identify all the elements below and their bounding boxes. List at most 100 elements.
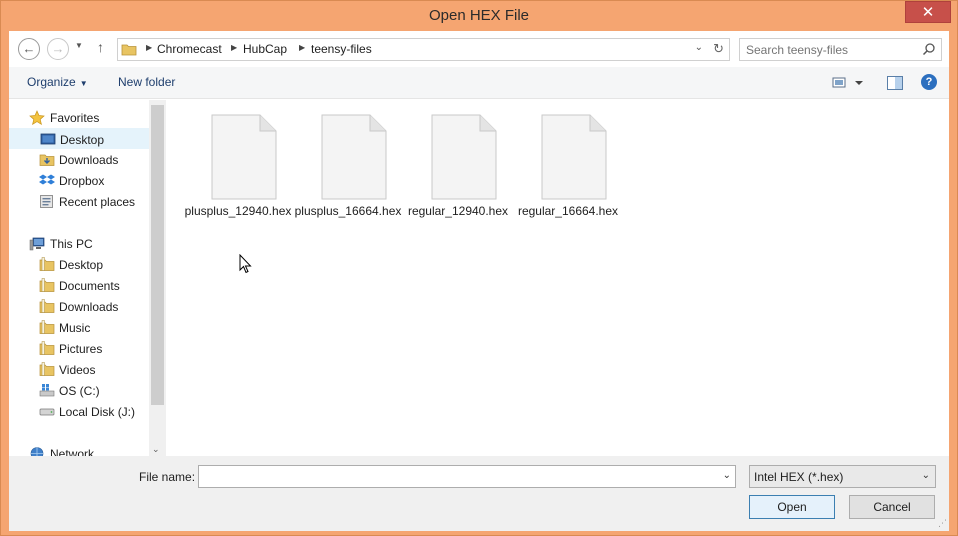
- network-icon: [30, 447, 44, 456]
- recent-places-icon: [40, 195, 53, 208]
- nav-item-label: Documents: [59, 279, 120, 293]
- chevron-down-icon[interactable]: ⌄: [723, 470, 731, 481]
- file-icon: [541, 114, 607, 200]
- search-box[interactable]: [739, 38, 942, 61]
- breadcrumb-item[interactable]: teensy-files: [311, 42, 372, 56]
- star-icon: [29, 110, 45, 125]
- nav-item-desktop-favorite[interactable]: Desktop: [9, 128, 149, 149]
- recent-locations-button[interactable]: ▼: [75, 41, 83, 50]
- up-button[interactable]: ↑: [97, 39, 104, 55]
- nav-item-label: Downloads: [59, 300, 119, 314]
- nav-item-label: OS (C:): [59, 384, 100, 398]
- chevron-down-icon: ▼: [79, 79, 88, 88]
- file-name-input[interactable]: [203, 469, 703, 485]
- file-name: plusplus_16664.hex: [294, 204, 402, 218]
- cancel-button[interactable]: Cancel: [849, 495, 935, 519]
- nav-item-desktop[interactable]: Desktop: [9, 254, 149, 275]
- folder-icon: [39, 320, 55, 334]
- nav-item-videos[interactable]: Videos: [9, 359, 149, 380]
- title-bar[interactable]: Open HEX File ✕: [1, 1, 957, 31]
- chevron-down-icon[interactable]: ⌄: [922, 470, 930, 481]
- nav-item-pictures[interactable]: Pictures: [9, 338, 149, 359]
- preview-pane-icon[interactable]: [886, 74, 904, 92]
- new-folder-button[interactable]: New folder: [118, 75, 175, 89]
- nav-item-label: Local Disk (J:): [59, 405, 136, 419]
- nav-item-downloads[interactable]: Downloads: [9, 296, 149, 317]
- refresh-button[interactable]: ↻: [713, 41, 724, 57]
- nav-item-label: Desktop: [59, 258, 104, 272]
- navigation-pane-scrollbar[interactable]: ⌄: [149, 100, 166, 456]
- navigation-bar: ← → ▼ ↑ ▶ Chromecast ▶ HubCap ▶ teensy-f…: [9, 31, 949, 67]
- file-icon: [321, 114, 387, 200]
- file-name-combobox[interactable]: ⌄: [198, 465, 736, 488]
- nav-item-music[interactable]: Music: [9, 317, 149, 338]
- folder-icon: [39, 257, 55, 271]
- back-button[interactable]: ←: [18, 38, 40, 60]
- file-list-pane[interactable]: plusplus_12940.hex plusplus_16664.hex re…: [166, 100, 949, 456]
- breadcrumb-separator[interactable]: ▶: [299, 43, 305, 52]
- scroll-down-arrow[interactable]: ⌄: [152, 444, 160, 455]
- breadcrumb-item[interactable]: Chromecast: [157, 42, 222, 56]
- nav-item-label: Downloads: [59, 153, 119, 167]
- nav-item-downloads-favorite[interactable]: Downloads: [9, 149, 149, 170]
- file-item[interactable]: regular_16664.hex: [516, 110, 621, 240]
- nav-item-recent-places[interactable]: Recent places: [9, 191, 149, 212]
- file-name-label: File name:: [139, 470, 196, 484]
- nav-item-favorites[interactable]: Favorites: [9, 107, 149, 128]
- dialog-window: Open HEX File ✕ ← → ▼ ↑ ▶ Chromecast ▶ H…: [0, 0, 958, 536]
- close-button[interactable]: ✕: [905, 1, 951, 23]
- navigation-pane: Favorites Desktop Downloads Dropbox Rece…: [9, 100, 166, 456]
- window-title: Open HEX File: [428, 7, 530, 24]
- nav-item-dropbox[interactable]: Dropbox: [9, 170, 149, 191]
- downloads-folder-icon: [39, 154, 55, 166]
- folder-icon: [39, 299, 55, 313]
- nav-item-os-drive[interactable]: OS (C:): [9, 380, 149, 401]
- file-type-value: Intel HEX (*.hex): [754, 470, 844, 484]
- breadcrumb-separator[interactable]: ▶: [231, 43, 237, 52]
- folder-icon: [121, 44, 137, 56]
- nav-item-label: Network: [50, 447, 95, 456]
- resize-grip-icon[interactable]: ⋰: [938, 518, 947, 529]
- breadcrumb-item[interactable]: HubCap: [243, 42, 287, 56]
- nav-item-label: Favorites: [50, 111, 100, 125]
- open-button[interactable]: Open: [749, 495, 835, 519]
- organize-button[interactable]: Organize ▼: [27, 75, 88, 89]
- search-input[interactable]: [746, 42, 916, 58]
- search-icon[interactable]: [922, 42, 936, 56]
- nav-item-label: Desktop: [60, 133, 105, 147]
- file-name: plusplus_12940.hex: [184, 204, 292, 218]
- desktop-icon: [40, 133, 56, 145]
- nav-item-local-disk[interactable]: Local Disk (J:): [9, 401, 149, 422]
- address-bar[interactable]: ▶ Chromecast ▶ HubCap ▶ teensy-files ⌄ ↻: [117, 38, 730, 61]
- folder-icon: [39, 362, 55, 376]
- file-item[interactable]: plusplus_12940.hex: [185, 110, 291, 240]
- breadcrumb-separator[interactable]: ▶: [146, 43, 152, 52]
- file-icon: [431, 114, 497, 200]
- drive-icon: [39, 408, 55, 416]
- nav-item-this-pc[interactable]: This PC: [9, 233, 149, 254]
- file-name: regular_12940.hex: [407, 204, 509, 218]
- dialog-footer: File name: ⌄ Intel HEX (*.hex) ⌄ Open Ca…: [9, 456, 949, 531]
- file-type-select[interactable]: Intel HEX (*.hex) ⌄: [749, 465, 936, 488]
- command-bar: Organize ▼ New folder ?: [9, 67, 949, 99]
- nav-item-documents[interactable]: Documents: [9, 275, 149, 296]
- file-item[interactable]: plusplus_16664.hex: [295, 110, 401, 240]
- dropbox-icon: [39, 174, 55, 185]
- os-drive-icon: [39, 384, 55, 397]
- forward-button[interactable]: →: [47, 38, 69, 60]
- organize-label: Organize: [27, 75, 76, 89]
- nav-item-network[interactable]: Network: [9, 443, 149, 456]
- computer-icon: [29, 237, 45, 251]
- file-item[interactable]: regular_12940.hex: [406, 110, 511, 240]
- folder-icon: [39, 278, 55, 292]
- nav-item-label: Recent places: [59, 195, 136, 209]
- help-icon[interactable]: ?: [921, 74, 937, 90]
- scrollbar-thumb[interactable]: [151, 105, 164, 405]
- address-dropdown-button[interactable]: ⌄: [695, 42, 703, 53]
- folder-icon: [39, 341, 55, 355]
- nav-item-label: Dropbox: [59, 174, 105, 188]
- file-icon: [211, 114, 277, 200]
- change-view-button[interactable]: [831, 74, 867, 92]
- nav-item-label: Music: [59, 321, 91, 335]
- nav-item-label: Videos: [59, 363, 96, 377]
